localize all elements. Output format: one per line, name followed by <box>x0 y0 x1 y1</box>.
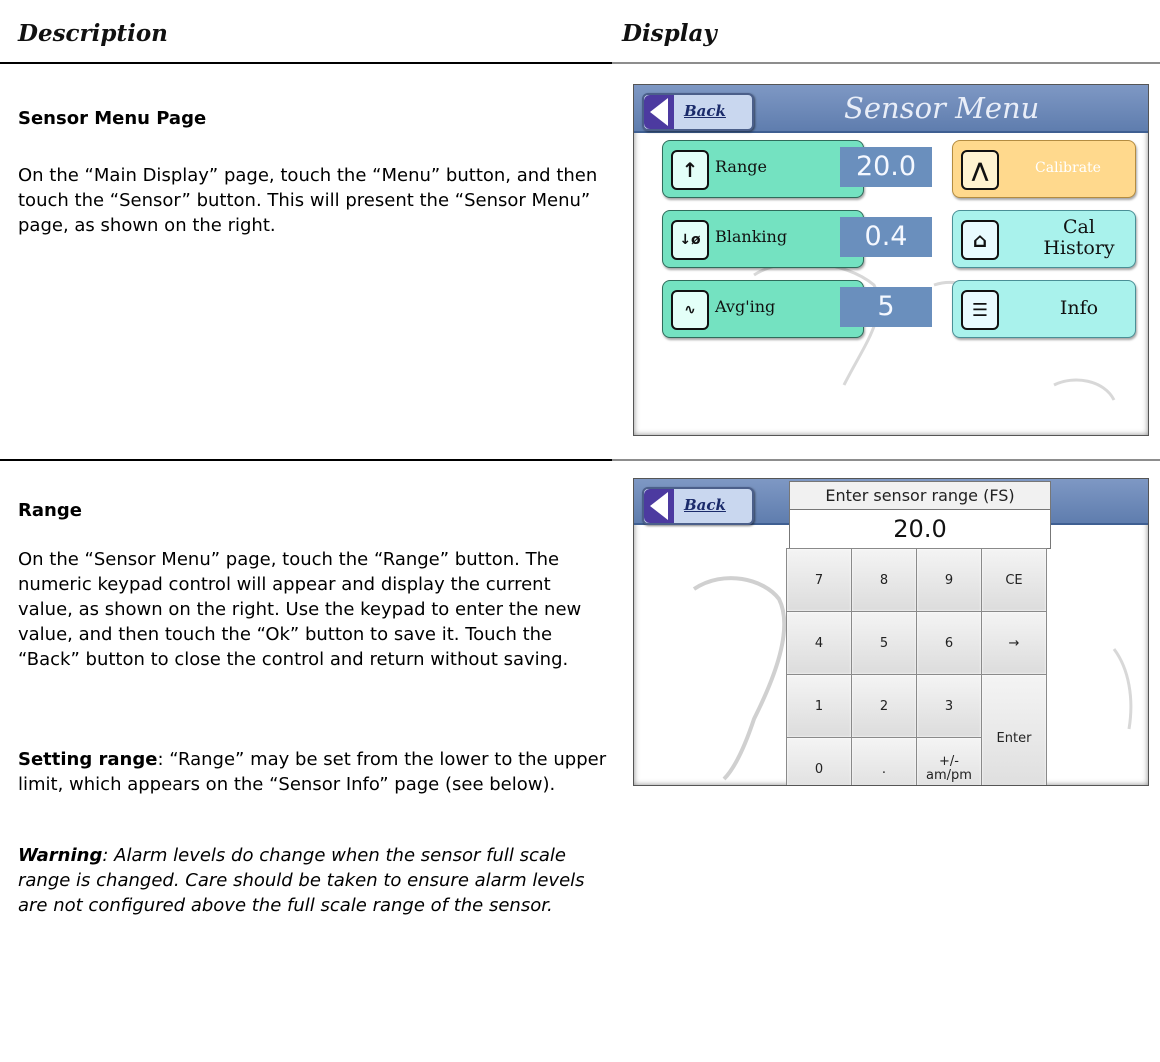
header-rule-right <box>612 62 1160 64</box>
averaging-label: Avg'ing <box>715 297 776 316</box>
key-1[interactable]: 1 <box>786 674 852 738</box>
header-rule-left <box>0 62 612 64</box>
back-chevron-icon <box>650 98 668 126</box>
history-icon: ⌂ <box>961 220 999 260</box>
key-7[interactable]: 7 <box>786 548 852 612</box>
blanking-value: 0.4 <box>840 217 932 257</box>
up-arrow-icon: ↑ <box>671 150 709 190</box>
calibrate-icon: ⋀ <box>961 150 999 190</box>
setting-range-paragraph: Setting range: “Range” may be set from t… <box>18 747 608 797</box>
setting-range-label: Setting range <box>18 749 158 770</box>
back-button[interactable]: Back <box>642 93 754 131</box>
key-0[interactable]: 0 <box>786 737 852 785</box>
back-label: Back <box>684 102 726 120</box>
keypad-value-display[interactable]: 20.0 <box>789 509 1051 549</box>
key-enter[interactable]: Enter <box>981 674 1047 785</box>
blanking-icon: ↓ø <box>671 220 709 260</box>
calibrate-button[interactable]: ⋀ Calibrate <box>952 140 1136 198</box>
key-plus-minus-label: +/- <box>939 754 959 769</box>
sensor-menu-paragraph: On the “Main Display” page, touch the “M… <box>18 165 598 236</box>
averaging-value: 5 <box>840 287 932 327</box>
key-ce[interactable]: CE <box>981 548 1047 612</box>
warning-paragraph: Warning: Alarm levels do change when the… <box>18 843 608 918</box>
blanking-label: Blanking <box>715 227 788 246</box>
key-2[interactable]: 2 <box>851 674 917 738</box>
sensor-menu-screen: Back Sensor Menu ↑ Range 20.0 ⋀ Calibrat… <box>633 84 1149 436</box>
calibrate-label: Calibrate <box>1035 160 1101 176</box>
section-title-range: Range <box>18 500 82 521</box>
keypad-back-label: Back <box>684 496 726 514</box>
info-label: Info <box>1059 297 1099 319</box>
description-header: Description <box>18 20 168 47</box>
cal-history-button[interactable]: ⌂ Cal History <box>952 210 1136 268</box>
range-value: 20.0 <box>840 147 932 187</box>
range-label: Range <box>715 157 767 176</box>
keypad-back-chevron-icon <box>650 492 668 520</box>
key-3[interactable]: 3 <box>916 674 982 738</box>
document-search-icon: ☰ <box>961 290 999 330</box>
keypad-back-button[interactable]: Back <box>642 487 754 525</box>
key-decimal[interactable]: . <box>851 737 917 785</box>
key-ampm-label: am/pm <box>926 768 972 783</box>
key-plus-minus-ampm[interactable]: +/- am/pm <box>916 737 982 785</box>
key-8[interactable]: 8 <box>851 548 917 612</box>
warning-label: Warning <box>18 845 103 866</box>
display-header: Display <box>622 20 717 47</box>
blanking-button[interactable]: ↓ø Blanking <box>662 210 864 268</box>
warning-text: : Alarm levels do change when the sensor… <box>18 845 585 916</box>
key-5[interactable]: 5 <box>851 611 917 675</box>
key-4[interactable]: 4 <box>786 611 852 675</box>
waveform-icon: ∿ <box>671 290 709 330</box>
averaging-button[interactable]: ∿ Avg'ing <box>662 280 864 338</box>
key-9[interactable]: 9 <box>916 548 982 612</box>
keypad-screen: Back Enter sensor range (FS) 20.0 7 8 9 … <box>633 478 1149 786</box>
key-right-arrow[interactable]: → <box>981 611 1047 675</box>
range-paragraph: On the “Sensor Menu” page, touch the “Ra… <box>18 549 582 670</box>
cal-history-line2: History <box>1043 237 1115 259</box>
info-button[interactable]: ☰ Info <box>952 280 1136 338</box>
keypad-prompt: Enter sensor range (FS) <box>789 481 1051 511</box>
cal-history-line1: Cal <box>1063 216 1095 238</box>
section-title-sensor-menu: Sensor Menu Page <box>18 108 207 129</box>
section-rule-right <box>612 459 1160 461</box>
sensor-menu-title: Sensor Menu <box>844 91 1040 125</box>
key-6[interactable]: 6 <box>916 611 982 675</box>
range-button[interactable]: ↑ Range <box>662 140 864 198</box>
section-rule-left <box>0 459 612 461</box>
